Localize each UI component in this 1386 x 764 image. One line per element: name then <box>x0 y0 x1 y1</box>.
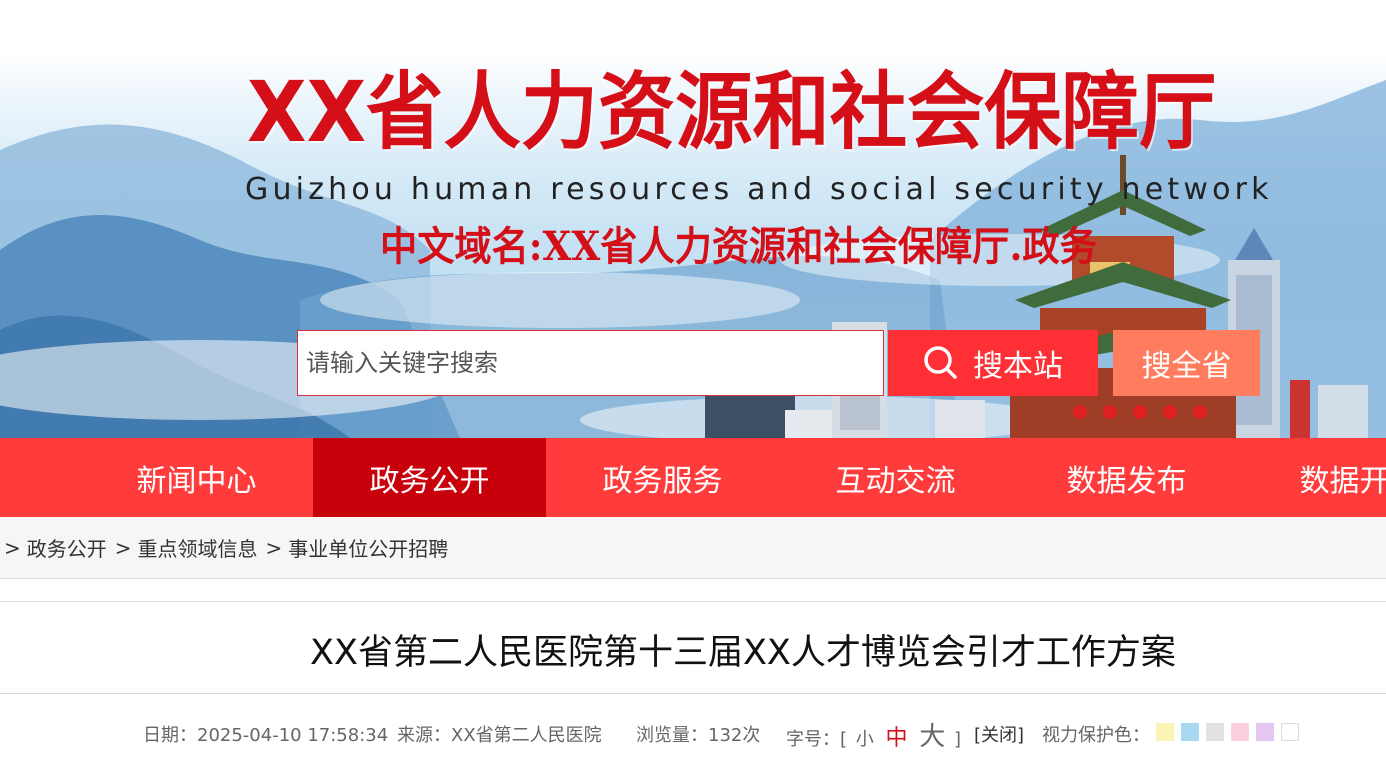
eye-color-yellow-swatch[interactable] <box>1156 723 1174 741</box>
nav-item-gov-affairs[interactable]: 政务公开 <box>313 438 546 517</box>
article-title-bar: XX省第二人民医院第十三届XX人才博览会引才工作方案 <box>0 601 1386 694</box>
nav-item-news[interactable]: 新闻中心 <box>80 438 313 517</box>
site-subtitle: Guizhou human resources and social secur… <box>245 172 1273 207</box>
eye-color-purple-swatch[interactable] <box>1256 723 1274 741</box>
article-date: 日期：2025-04-10 17:58:34 <box>143 725 389 746</box>
eye-color-pink-swatch[interactable] <box>1231 723 1249 741</box>
font-size-large-button[interactable]: 大 <box>919 722 945 752</box>
search-box <box>297 330 884 396</box>
article-source: 来源：XX省第二人民医院 <box>397 725 602 746</box>
search-province-label: 搜全省 <box>1141 349 1232 384</box>
site-title: XX省人力资源和社会保障厅 <box>247 63 1217 161</box>
breadcrumb-separator: > <box>265 535 283 560</box>
eye-color-white-swatch[interactable] <box>1281 723 1299 741</box>
site-domain-text: 中文域名:XX省人力资源和社会保障厅.政务 <box>380 223 1097 270</box>
search-icon <box>923 345 959 381</box>
nav-item-gov-services[interactable]: 政务服务 <box>546 438 779 517</box>
main-nav: 新闻中心 政务公开 政务服务 互动交流 数据发布 数据开放 <box>0 438 1386 517</box>
font-size-label: 字号：[ <box>786 729 848 750</box>
eye-protection-label: 视力保护色： <box>1042 725 1150 746</box>
search-input[interactable] <box>298 331 883 395</box>
nav-item-data-open[interactable]: 数据开放 <box>1243 438 1386 517</box>
header-banner: XX省人力资源和社会保障厅 Guizhou human resources an… <box>0 0 1386 438</box>
breadcrumb-item-recruitment[interactable]: 事业单位公开招聘 <box>288 533 448 562</box>
breadcrumb-item-key-areas[interactable]: 重点领域信息 <box>138 533 258 562</box>
close-link[interactable]: [关闭] <box>974 721 1024 747</box>
article-title: XX省第二人民医院第十三届XX人才博览会引才工作方案 <box>310 633 1176 673</box>
font-size-medium-button[interactable]: 中 <box>886 726 908 751</box>
eye-color-gray-swatch[interactable] <box>1206 723 1224 741</box>
breadcrumb-separator: > <box>114 535 132 560</box>
font-size-bracket: ] <box>954 729 962 750</box>
breadcrumb-item-gov-affairs[interactable]: 政务公开 <box>27 533 107 562</box>
search-site-button[interactable]: 搜本站 <box>888 330 1098 396</box>
nav-item-interaction[interactable]: 互动交流 <box>779 438 1012 517</box>
search-site-label: 搜本站 <box>973 349 1063 384</box>
article-meta: 日期：2025-04-10 17:58:34 来源：XX省第二人民医院 浏览量：… <box>0 700 1386 764</box>
search-province-button[interactable]: 搜全省 <box>1113 330 1260 396</box>
font-size-control: 字号：[ 小 中 大 ] <box>786 716 961 753</box>
breadcrumb-separator: > <box>4 535 21 560</box>
nav-item-data-release[interactable]: 数据发布 <box>1010 438 1243 517</box>
eye-color-blue-swatch[interactable] <box>1181 723 1199 741</box>
article-views: 浏览量：132次 <box>636 725 761 746</box>
breadcrumb: > 政务公开 > 重点领域信息 > 事业单位公开招聘 <box>0 517 1386 579</box>
font-size-small-button[interactable]: 小 <box>856 729 874 750</box>
